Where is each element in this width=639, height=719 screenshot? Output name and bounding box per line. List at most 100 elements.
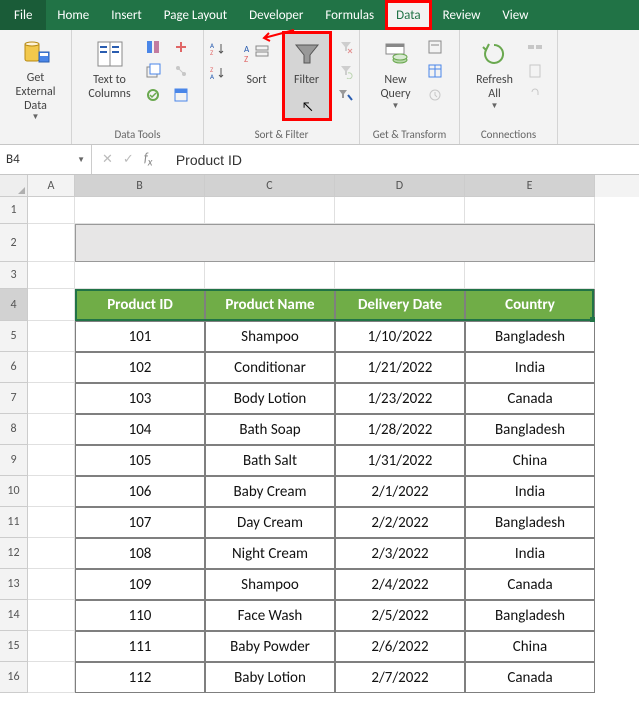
properties-button[interactable] [524,60,546,82]
cell-A9[interactable] [28,445,75,476]
remove-duplicates-button[interactable] [142,60,164,82]
col-header-d[interactable]: D [335,175,465,197]
cell-D12[interactable]: 2/3/2022 [335,538,465,569]
cell-E12[interactable]: India [465,538,595,569]
cell-B14[interactable]: 110 [75,600,205,631]
row-header-7[interactable]: 7 [0,383,28,414]
row-header-6[interactable]: 6 [0,352,28,383]
cell-C15[interactable]: Baby Powder [205,631,335,662]
filter-button[interactable]: Filter ↖ [283,32,331,120]
tab-developer[interactable]: Developer [238,0,314,30]
tab-data[interactable]: Data [385,0,432,30]
cell-A14[interactable] [28,600,75,631]
cell-B3[interactable] [75,262,205,289]
cell-E2[interactable] [465,224,595,262]
cell-D13[interactable]: 2/4/2022 [335,569,465,600]
cell-A8[interactable] [28,414,75,445]
cell-B10[interactable]: 106 [75,476,205,507]
cell-E14[interactable]: Bangladesh [465,600,595,631]
cell-D9[interactable]: 1/31/2022 [335,445,465,476]
cell-A10[interactable] [28,476,75,507]
flash-fill-button[interactable] [142,36,164,58]
cell-D2[interactable] [335,224,465,262]
edit-links-button[interactable] [524,84,546,106]
cell-C2[interactable] [205,224,335,262]
row-header-16[interactable]: 16 [0,662,28,693]
col-header-b[interactable]: B [75,175,205,197]
cell-B16[interactable]: 112 [75,662,205,693]
reapply-button[interactable] [335,60,357,82]
enter-icon[interactable]: ✓ [123,152,134,167]
cell-C12[interactable]: Night Cream [205,538,335,569]
cell-B13[interactable]: 109 [75,569,205,600]
row-header-15[interactable]: 15 [0,631,28,662]
cell-C8[interactable]: Bath Soap [205,414,335,445]
row-header-3[interactable]: 3 [0,262,28,289]
cell-C10[interactable]: Baby Cream [205,476,335,507]
cell-C5[interactable]: Shampoo [205,321,335,352]
clear-filter-button[interactable] [335,36,357,58]
refresh-all-button[interactable]: Refresh All ▼ [469,32,520,120]
sort-desc-button[interactable]: ZA [207,62,229,84]
cell-D8[interactable]: 1/28/2022 [335,414,465,445]
cell-D15[interactable]: 2/6/2022 [335,631,465,662]
cell-A3[interactable] [28,262,75,289]
cell-C4[interactable]: Product Name [205,289,335,321]
cell-D16[interactable]: 2/7/2022 [335,662,465,693]
sort-button[interactable]: AZ Sort [233,32,281,120]
cell-A15[interactable] [28,631,75,662]
cell-E16[interactable]: Canada [465,662,595,693]
cell-B8[interactable]: 104 [75,414,205,445]
cell-D11[interactable]: 2/2/2022 [335,507,465,538]
row-header-13[interactable]: 13 [0,569,28,600]
tab-file[interactable]: File [0,0,46,30]
relationships-button[interactable] [170,60,192,82]
cell-D6[interactable]: 1/21/2022 [335,352,465,383]
tab-review[interactable]: Review [432,0,492,30]
advanced-filter-button[interactable] [335,84,357,106]
row-header-4[interactable]: 4 [0,289,28,321]
cell-A11[interactable] [28,507,75,538]
text-to-columns-button[interactable]: Text to Columns [81,32,137,120]
cell-E4[interactable]: Country [465,289,595,321]
row-header-9[interactable]: 9 [0,445,28,476]
cell-E10[interactable]: India [465,476,595,507]
cell-C9[interactable]: Bath Salt [205,445,335,476]
cell-B15[interactable]: 111 [75,631,205,662]
col-header-a[interactable]: A [28,175,75,197]
cell-B11[interactable]: 107 [75,507,205,538]
cell-A4[interactable] [28,289,75,321]
cell-E6[interactable]: India [465,352,595,383]
cell-A16[interactable] [28,662,75,693]
cell-D4[interactable]: Delivery Date [335,289,465,321]
cell-E5[interactable]: Bangladesh [465,321,595,352]
cell-C13[interactable]: Shampoo [205,569,335,600]
col-header-c[interactable]: C [205,175,335,197]
cell-B9[interactable]: 105 [75,445,205,476]
cell-D14[interactable]: 2/5/2022 [335,600,465,631]
cell-D7[interactable]: 1/23/2022 [335,383,465,414]
row-header-14[interactable]: 14 [0,600,28,631]
cell-E3[interactable] [465,262,595,289]
cell-C16[interactable]: Baby Lotion [205,662,335,693]
cell-D5[interactable]: 1/10/2022 [335,321,465,352]
cell-A6[interactable] [28,352,75,383]
row-header-1[interactable]: 1 [0,197,28,224]
row-header-10[interactable]: 10 [0,476,28,507]
cell-B12[interactable]: 108 [75,538,205,569]
tab-formulas[interactable]: Formulas [314,0,385,30]
cell-A13[interactable] [28,569,75,600]
row-header-12[interactable]: 12 [0,538,28,569]
tab-insert[interactable]: Insert [100,0,153,30]
cell-A7[interactable] [28,383,75,414]
cancel-icon[interactable]: ✕ [102,152,113,167]
row-header-2[interactable]: 2 [0,224,28,262]
cell-D1[interactable] [335,197,465,224]
data-validation-button[interactable] [142,84,164,106]
name-box[interactable]: B4 ▼ [0,145,92,174]
consolidate-button[interactable] [170,36,192,58]
cell-E8[interactable]: Bangladesh [465,414,595,445]
sort-asc-button[interactable]: AZ [207,38,229,60]
manage-data-model-button[interactable] [170,84,192,106]
cell-D10[interactable]: 2/1/2022 [335,476,465,507]
